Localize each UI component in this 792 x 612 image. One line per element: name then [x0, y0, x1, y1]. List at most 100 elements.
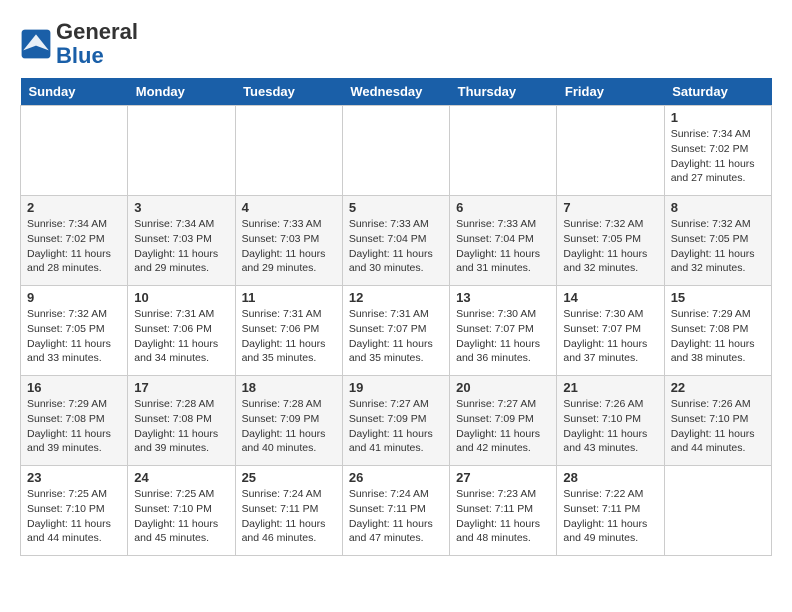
calendar-cell [557, 106, 664, 196]
calendar-cell: 26 Sunrise: 7:24 AM Sunset: 7:11 PM Dayli… [342, 466, 449, 556]
day-info: Sunrise: 7:25 AM Sunset: 7:10 PM Dayligh… [27, 487, 121, 546]
calendar-header: SundayMondayTuesdayWednesdayThursdayFrid… [21, 78, 772, 106]
day-number: 18 [242, 380, 336, 395]
calendar-cell: 1 Sunrise: 7:34 AM Sunset: 7:02 PM Daylig… [664, 106, 771, 196]
week-row-1: 1 Sunrise: 7:34 AM Sunset: 7:02 PM Daylig… [21, 106, 772, 196]
day-number: 12 [349, 290, 443, 305]
day-info: Sunrise: 7:27 AM Sunset: 7:09 PM Dayligh… [349, 397, 443, 456]
day-info: Sunrise: 7:34 AM Sunset: 7:03 PM Dayligh… [134, 217, 228, 276]
weekday-header-saturday: Saturday [664, 78, 771, 106]
day-info: Sunrise: 7:33 AM Sunset: 7:04 PM Dayligh… [349, 217, 443, 276]
calendar-cell [235, 106, 342, 196]
day-number: 25 [242, 470, 336, 485]
calendar-cell: 3 Sunrise: 7:34 AM Sunset: 7:03 PM Daylig… [128, 196, 235, 286]
calendar-table: SundayMondayTuesdayWednesdayThursdayFrid… [20, 78, 772, 556]
week-row-5: 23 Sunrise: 7:25 AM Sunset: 7:10 PM Dayli… [21, 466, 772, 556]
calendar-cell: 4 Sunrise: 7:33 AM Sunset: 7:03 PM Daylig… [235, 196, 342, 286]
day-info: Sunrise: 7:28 AM Sunset: 7:09 PM Dayligh… [242, 397, 336, 456]
day-info: Sunrise: 7:31 AM Sunset: 7:07 PM Dayligh… [349, 307, 443, 366]
day-info: Sunrise: 7:30 AM Sunset: 7:07 PM Dayligh… [456, 307, 550, 366]
day-info: Sunrise: 7:33 AM Sunset: 7:04 PM Dayligh… [456, 217, 550, 276]
day-number: 2 [27, 200, 121, 215]
day-number: 13 [456, 290, 550, 305]
day-number: 27 [456, 470, 550, 485]
day-number: 10 [134, 290, 228, 305]
day-info: Sunrise: 7:27 AM Sunset: 7:09 PM Dayligh… [456, 397, 550, 456]
day-info: Sunrise: 7:26 AM Sunset: 7:10 PM Dayligh… [563, 397, 657, 456]
calendar-cell: 24 Sunrise: 7:25 AM Sunset: 7:10 PM Dayli… [128, 466, 235, 556]
weekday-header-tuesday: Tuesday [235, 78, 342, 106]
day-info: Sunrise: 7:34 AM Sunset: 7:02 PM Dayligh… [671, 127, 765, 186]
calendar-cell: 22 Sunrise: 7:26 AM Sunset: 7:10 PM Dayli… [664, 376, 771, 466]
logo-text: General Blue [56, 20, 138, 68]
page-header: General Blue [20, 20, 772, 68]
calendar-cell: 8 Sunrise: 7:32 AM Sunset: 7:05 PM Daylig… [664, 196, 771, 286]
logo: General Blue [20, 20, 138, 68]
day-info: Sunrise: 7:33 AM Sunset: 7:03 PM Dayligh… [242, 217, 336, 276]
day-info: Sunrise: 7:25 AM Sunset: 7:10 PM Dayligh… [134, 487, 228, 546]
day-number: 3 [134, 200, 228, 215]
weekday-header-thursday: Thursday [450, 78, 557, 106]
calendar-cell: 25 Sunrise: 7:24 AM Sunset: 7:11 PM Dayli… [235, 466, 342, 556]
day-info: Sunrise: 7:30 AM Sunset: 7:07 PM Dayligh… [563, 307, 657, 366]
weekday-header-friday: Friday [557, 78, 664, 106]
day-info: Sunrise: 7:24 AM Sunset: 7:11 PM Dayligh… [242, 487, 336, 546]
day-number: 4 [242, 200, 336, 215]
day-number: 26 [349, 470, 443, 485]
calendar-cell: 23 Sunrise: 7:25 AM Sunset: 7:10 PM Dayli… [21, 466, 128, 556]
calendar-cell: 9 Sunrise: 7:32 AM Sunset: 7:05 PM Daylig… [21, 286, 128, 376]
day-number: 28 [563, 470, 657, 485]
calendar-cell: 28 Sunrise: 7:22 AM Sunset: 7:11 PM Dayli… [557, 466, 664, 556]
day-number: 7 [563, 200, 657, 215]
day-number: 20 [456, 380, 550, 395]
day-info: Sunrise: 7:34 AM Sunset: 7:02 PM Dayligh… [27, 217, 121, 276]
day-info: Sunrise: 7:24 AM Sunset: 7:11 PM Dayligh… [349, 487, 443, 546]
day-number: 14 [563, 290, 657, 305]
calendar-cell [342, 106, 449, 196]
calendar-cell: 12 Sunrise: 7:31 AM Sunset: 7:07 PM Dayli… [342, 286, 449, 376]
day-info: Sunrise: 7:31 AM Sunset: 7:06 PM Dayligh… [242, 307, 336, 366]
calendar-cell: 19 Sunrise: 7:27 AM Sunset: 7:09 PM Dayli… [342, 376, 449, 466]
day-number: 17 [134, 380, 228, 395]
day-info: Sunrise: 7:23 AM Sunset: 7:11 PM Dayligh… [456, 487, 550, 546]
day-info: Sunrise: 7:31 AM Sunset: 7:06 PM Dayligh… [134, 307, 228, 366]
day-number: 19 [349, 380, 443, 395]
calendar-cell: 18 Sunrise: 7:28 AM Sunset: 7:09 PM Dayli… [235, 376, 342, 466]
calendar-cell: 20 Sunrise: 7:27 AM Sunset: 7:09 PM Dayli… [450, 376, 557, 466]
day-number: 16 [27, 380, 121, 395]
day-info: Sunrise: 7:28 AM Sunset: 7:08 PM Dayligh… [134, 397, 228, 456]
week-row-2: 2 Sunrise: 7:34 AM Sunset: 7:02 PM Daylig… [21, 196, 772, 286]
calendar-cell: 2 Sunrise: 7:34 AM Sunset: 7:02 PM Daylig… [21, 196, 128, 286]
logo-icon [20, 28, 52, 60]
weekday-row: SundayMondayTuesdayWednesdayThursdayFrid… [21, 78, 772, 106]
day-number: 23 [27, 470, 121, 485]
weekday-header-sunday: Sunday [21, 78, 128, 106]
day-number: 21 [563, 380, 657, 395]
day-info: Sunrise: 7:26 AM Sunset: 7:10 PM Dayligh… [671, 397, 765, 456]
calendar-cell [128, 106, 235, 196]
day-number: 9 [27, 290, 121, 305]
day-info: Sunrise: 7:29 AM Sunset: 7:08 PM Dayligh… [671, 307, 765, 366]
calendar-cell: 13 Sunrise: 7:30 AM Sunset: 7:07 PM Dayli… [450, 286, 557, 376]
calendar-cell [21, 106, 128, 196]
calendar-cell: 5Sunrise: 7:33 AM Sunset: 7:04 PM Daylig… [342, 196, 449, 286]
day-number: 6 [456, 200, 550, 215]
week-row-3: 9 Sunrise: 7:32 AM Sunset: 7:05 PM Daylig… [21, 286, 772, 376]
week-row-4: 16Sunrise: 7:29 AM Sunset: 7:08 PM Dayli… [21, 376, 772, 466]
weekday-header-monday: Monday [128, 78, 235, 106]
day-number: 24 [134, 470, 228, 485]
calendar-cell: 7 Sunrise: 7:32 AM Sunset: 7:05 PM Daylig… [557, 196, 664, 286]
day-number: 8 [671, 200, 765, 215]
calendar-cell: 17 Sunrise: 7:28 AM Sunset: 7:08 PM Dayli… [128, 376, 235, 466]
day-info: Sunrise: 7:32 AM Sunset: 7:05 PM Dayligh… [27, 307, 121, 366]
calendar-cell: 15 Sunrise: 7:29 AM Sunset: 7:08 PM Dayli… [664, 286, 771, 376]
calendar-cell: 27 Sunrise: 7:23 AM Sunset: 7:11 PM Dayli… [450, 466, 557, 556]
day-number: 15 [671, 290, 765, 305]
day-number: 1 [671, 110, 765, 125]
day-info: Sunrise: 7:22 AM Sunset: 7:11 PM Dayligh… [563, 487, 657, 546]
day-info: Sunrise: 7:32 AM Sunset: 7:05 PM Dayligh… [563, 217, 657, 276]
calendar-cell [450, 106, 557, 196]
day-number: 11 [242, 290, 336, 305]
day-info: Sunrise: 7:32 AM Sunset: 7:05 PM Dayligh… [671, 217, 765, 276]
day-number: 22 [671, 380, 765, 395]
